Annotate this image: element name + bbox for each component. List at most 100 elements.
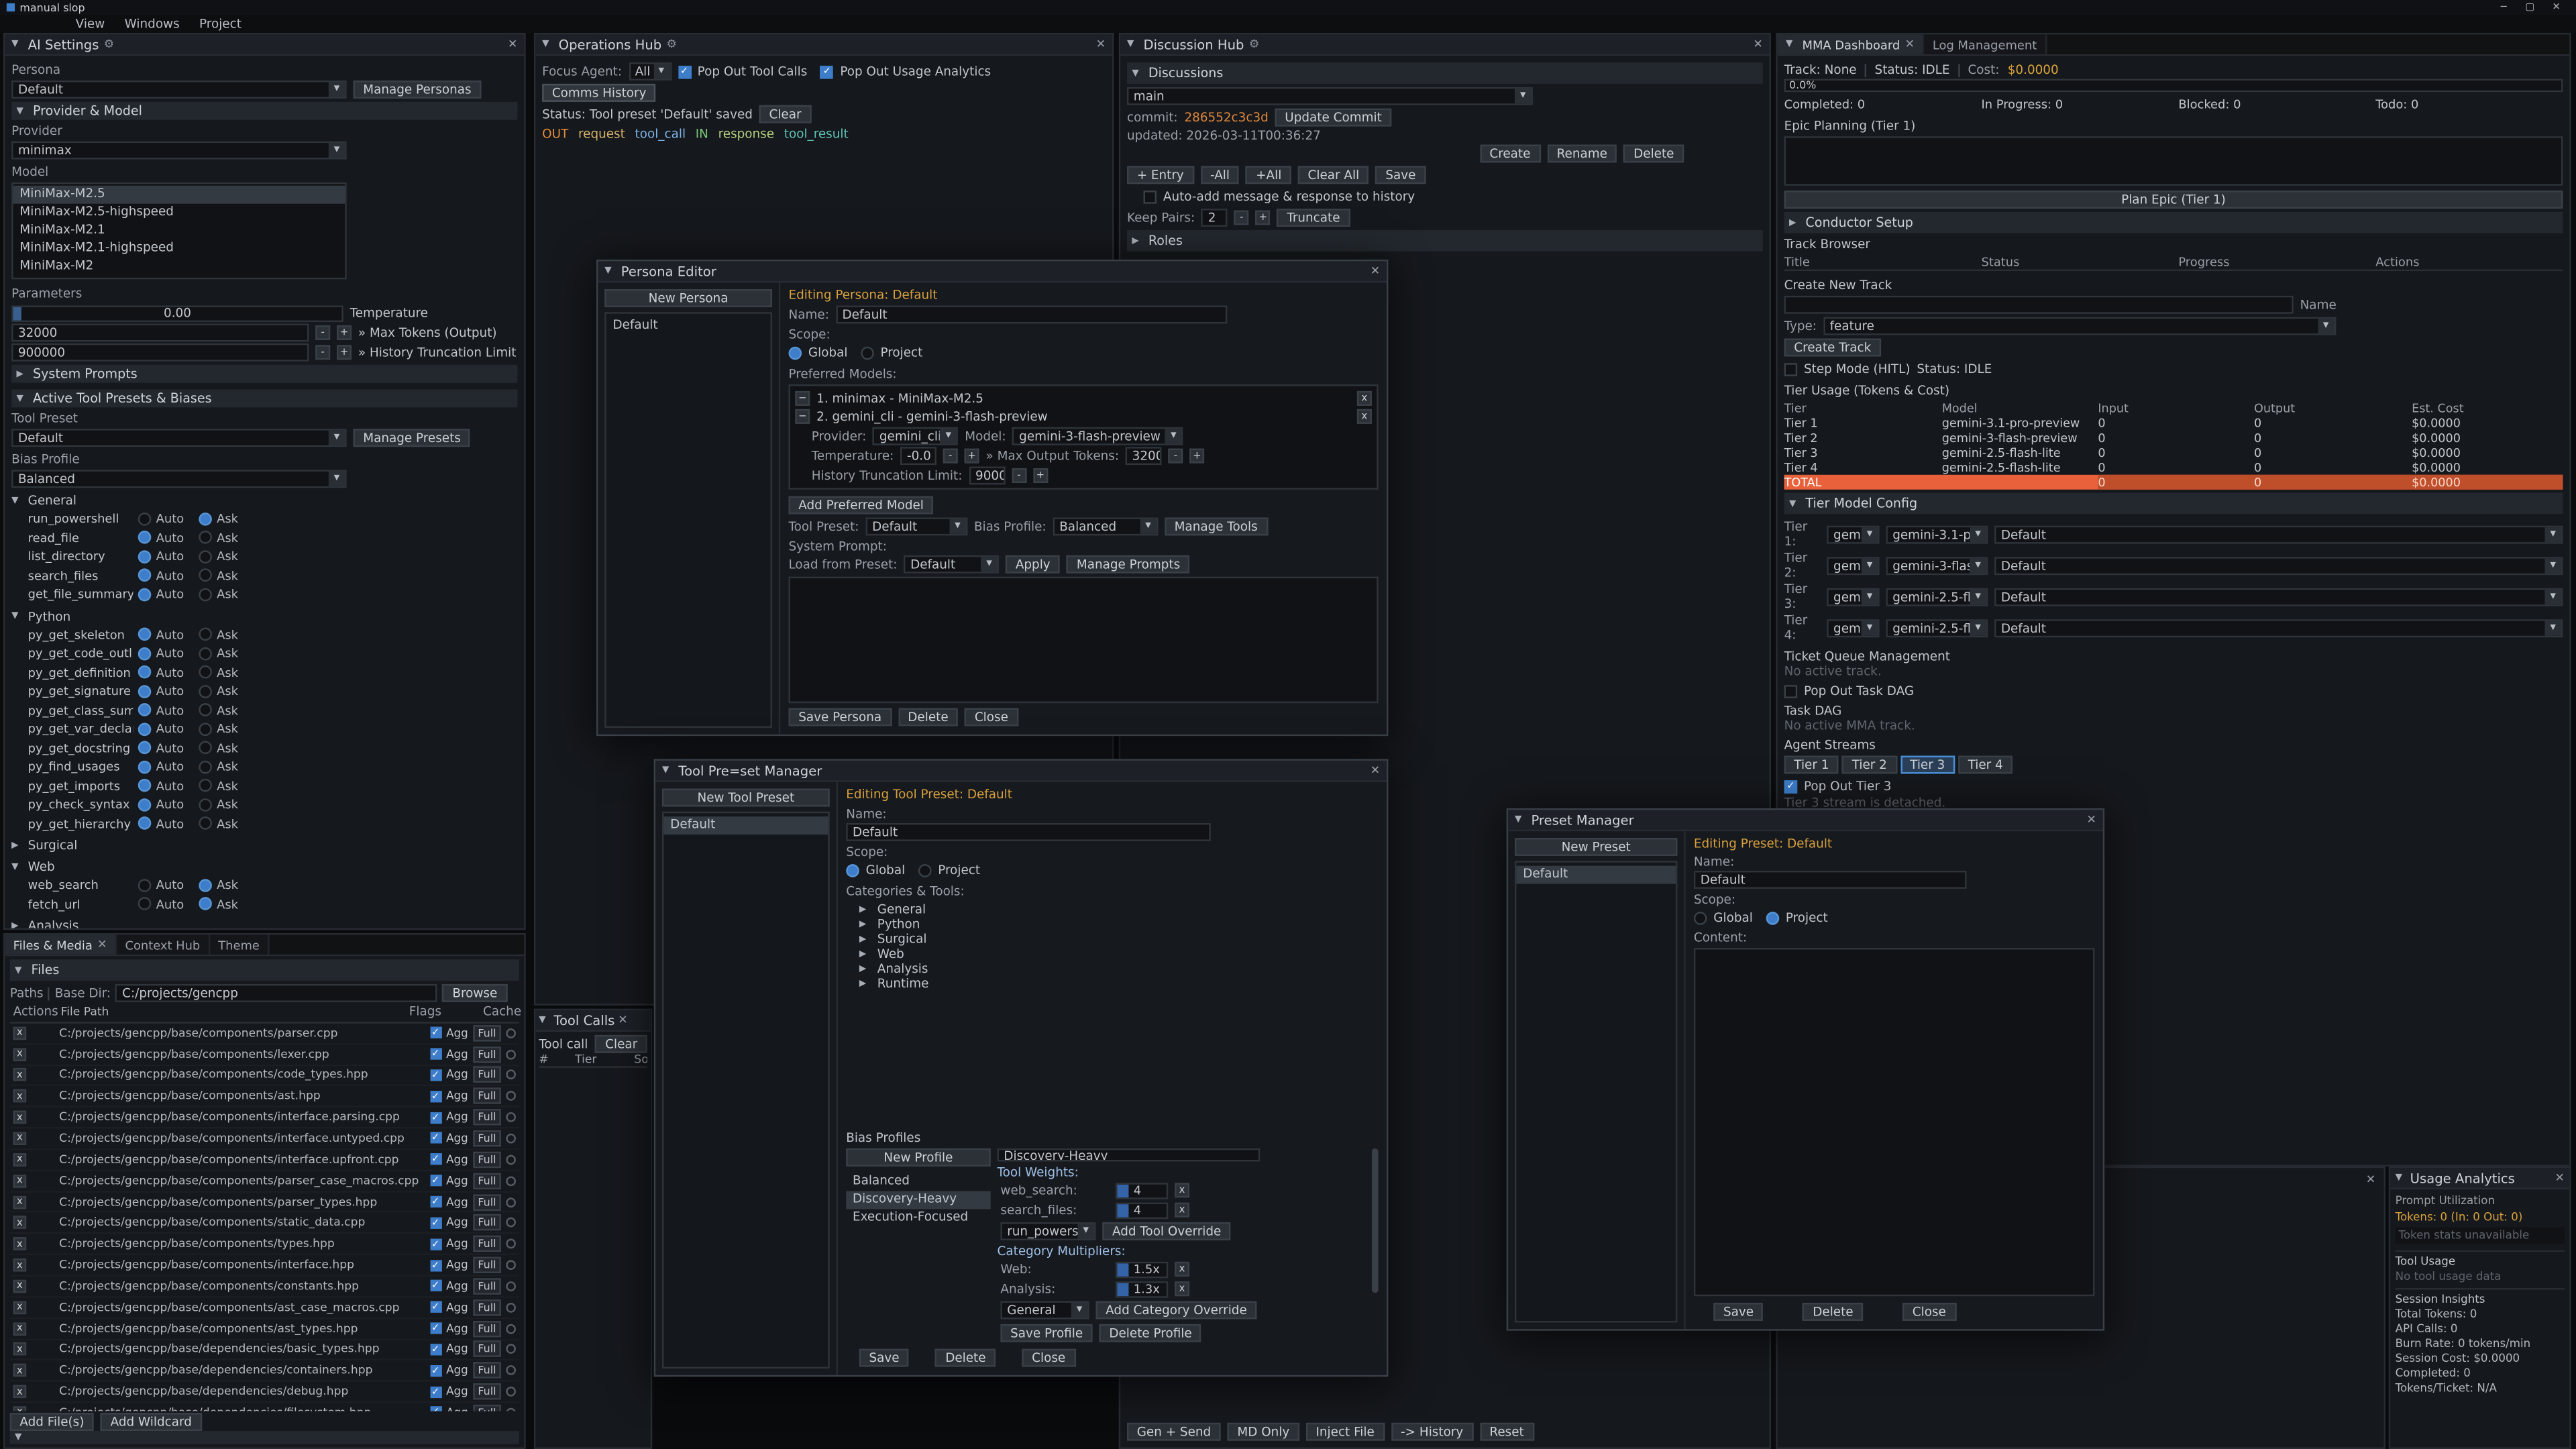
- new-preset-button[interactable]: New Preset: [1515, 838, 1677, 856]
- close-icon[interactable]: [1371, 764, 1380, 777]
- scope-global-radio[interactable]: [789, 346, 802, 360]
- tier-model-dropdown[interactable]: gemini-2.5-flash-lite: [1886, 588, 1988, 606]
- add-category-override-button[interactable]: Add Category Override: [1095, 1301, 1256, 1320]
- decrement-icon[interactable]: [1012, 468, 1026, 483]
- manage-presets-button[interactable]: Manage Presets: [354, 429, 471, 447]
- create-discussion-button[interactable]: Create: [1480, 145, 1540, 163]
- persona-bias-dropdown[interactable]: Balanced: [1053, 517, 1158, 535]
- add-preferred-model-button[interactable]: Add Preferred Model: [789, 496, 934, 515]
- ask-radio[interactable]: [199, 628, 212, 641]
- system-prompt-textarea[interactable]: [789, 577, 1379, 704]
- increment-icon[interactable]: [1256, 210, 1271, 225]
- tab[interactable]: Context Hub: [117, 934, 210, 954]
- history-limit-input[interactable]: 900000: [969, 467, 1005, 485]
- agg-checkbox[interactable]: [430, 1323, 441, 1334]
- agg-checkbox[interactable]: [430, 1154, 441, 1165]
- add-file-button[interactable]: Add File(s): [10, 1412, 94, 1430]
- multiplier-input[interactable]: 1.3x: [1116, 1281, 1168, 1297]
- close-icon[interactable]: [2087, 813, 2096, 826]
- gear-icon[interactable]: [104, 38, 114, 51]
- ask-radio[interactable]: [199, 779, 212, 792]
- close-icon[interactable]: [508, 38, 517, 51]
- persona-dropdown[interactable]: Default: [11, 80, 347, 99]
- ask-radio[interactable]: [199, 685, 212, 698]
- usage-analytics-header[interactable]: Usage Analytics: [2390, 1168, 2569, 1189]
- auto-add-checkbox[interactable]: [1143, 190, 1157, 203]
- create-track-button[interactable]: Create Track: [1784, 338, 1881, 356]
- auto-radio[interactable]: [138, 569, 152, 582]
- close-icon[interactable]: [618, 1014, 627, 1027]
- remove-file-button[interactable]: [13, 1026, 27, 1040]
- ask-radio[interactable]: [199, 550, 212, 564]
- roles-section[interactable]: Roles: [1127, 230, 1763, 252]
- add-wildcard-button[interactable]: Add Wildcard: [101, 1412, 202, 1430]
- entry-button[interactable]: Clear All: [1298, 166, 1369, 184]
- browse-button[interactable]: Browse: [443, 984, 507, 1002]
- scope-global-radio[interactable]: [846, 863, 859, 877]
- drag-handle-icon[interactable]: [795, 409, 810, 424]
- decrement-icon[interactable]: [1169, 449, 1183, 464]
- tier-preset-dropdown[interactable]: Default: [1994, 588, 2563, 606]
- preset-name-input[interactable]: Default: [1694, 871, 1967, 889]
- preset-content-textarea[interactable]: [1694, 948, 2095, 1296]
- update-commit-button[interactable]: Update Commit: [1275, 109, 1392, 127]
- close-icon[interactable]: [1096, 38, 1106, 51]
- ask-radio[interactable]: [199, 704, 212, 717]
- model-option[interactable]: MiniMax-M2.1-highspeed: [13, 240, 345, 258]
- tab-mma-dashboard[interactable]: MMA Dashboard: [1778, 34, 1925, 54]
- minimize-icon[interactable]: [2491, 1, 2517, 13]
- agg-checkbox[interactable]: [430, 1049, 441, 1060]
- apply-button[interactable]: Apply: [1006, 555, 1060, 574]
- remove-file-button[interactable]: [13, 1343, 27, 1356]
- close-icon[interactable]: [1753, 38, 1762, 51]
- composer-button[interactable]: -> History: [1391, 1423, 1473, 1441]
- rename-discussion-button[interactable]: Rename: [1547, 145, 1617, 163]
- auto-radio[interactable]: [138, 779, 152, 792]
- auto-radio[interactable]: [138, 665, 152, 679]
- scope-project-radio[interactable]: [1766, 911, 1780, 924]
- save-button[interactable]: Save: [1713, 1303, 1764, 1321]
- tier-preset-dropdown[interactable]: Default: [1994, 556, 2563, 574]
- tool-group-header[interactable]: Surgical: [11, 837, 517, 855]
- temperature-input[interactable]: -0.0: [900, 447, 936, 465]
- epic-planning-textarea[interactable]: [1784, 136, 2563, 185]
- active-presets-section[interactable]: Active Tool Presets & Biases: [11, 389, 517, 407]
- agg-checkbox[interactable]: [430, 1112, 441, 1123]
- preset-list-item[interactable]: Default: [1516, 866, 1676, 884]
- ai-settings-header[interactable]: AI Settings: [5, 34, 524, 56]
- menu-item[interactable]: Project: [189, 16, 251, 31]
- auto-radio[interactable]: [138, 685, 152, 698]
- auto-radio[interactable]: [138, 588, 152, 601]
- tool-group-header[interactable]: Analysis: [11, 917, 517, 928]
- persona-tool-preset-dropdown[interactable]: Default: [865, 517, 967, 535]
- close-icon[interactable]: [1371, 264, 1380, 278]
- composer-button[interactable]: Inject File: [1306, 1423, 1385, 1441]
- ask-radio[interactable]: [199, 531, 212, 545]
- full-flag-button[interactable]: Full: [473, 1151, 501, 1167]
- tier-provider-dropdown[interactable]: gemini: [1827, 556, 1879, 574]
- full-flag-button[interactable]: Full: [473, 1320, 501, 1336]
- gear-icon[interactable]: [1249, 38, 1259, 51]
- auto-radio[interactable]: [138, 512, 152, 525]
- category-row[interactable]: Runtime: [859, 976, 1379, 991]
- increment-icon[interactable]: [1189, 449, 1204, 464]
- tool-calls-header[interactable]: Tool Calls: [535, 1010, 650, 1032]
- increment-icon[interactable]: [965, 449, 979, 464]
- category-row[interactable]: Web: [859, 947, 1379, 961]
- step-mode-checkbox[interactable]: [1784, 362, 1798, 376]
- full-flag-button[interactable]: Full: [473, 1383, 501, 1399]
- agg-checkbox[interactable]: [430, 1238, 441, 1250]
- collapsed-section-bar[interactable]: [10, 1431, 519, 1444]
- multiplier-input[interactable]: 1.5x: [1116, 1261, 1168, 1277]
- gear-icon[interactable]: [667, 38, 677, 51]
- remove-file-button[interactable]: [13, 1364, 27, 1377]
- tier-preset-dropdown[interactable]: Default: [1994, 525, 2563, 543]
- tab-log-management[interactable]: Log Management: [1925, 34, 2047, 54]
- agg-checkbox[interactable]: [430, 1133, 441, 1144]
- scope-project-radio[interactable]: [918, 863, 932, 877]
- remove-file-button[interactable]: [13, 1069, 27, 1082]
- remove-multiplier-button[interactable]: [1175, 1281, 1189, 1296]
- agg-checkbox[interactable]: [430, 1259, 441, 1271]
- maximize-icon[interactable]: [2517, 1, 2543, 13]
- ask-radio[interactable]: [199, 798, 212, 812]
